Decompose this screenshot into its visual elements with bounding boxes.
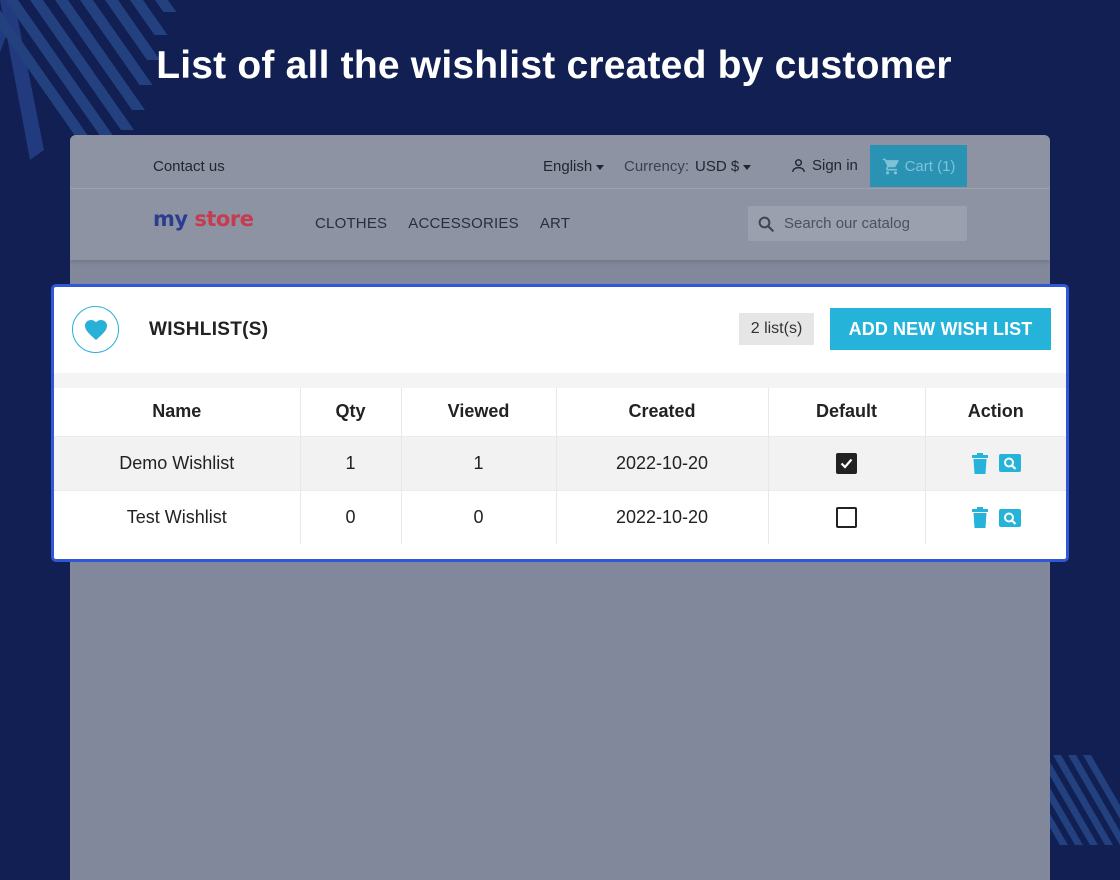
wishlist-card: WISHLIST(S) 2 list(s) ADD NEW WISH LIST … xyxy=(51,284,1069,562)
heart-icon-badge xyxy=(72,306,119,353)
sign-in-label: Sign in xyxy=(812,157,858,174)
cell-created: 2022-10-20 xyxy=(556,489,769,544)
search-input[interactable]: Search our catalog xyxy=(748,206,967,241)
cell-name: Demo Wishlist xyxy=(54,435,301,490)
column-header-qty: Qty xyxy=(300,388,402,436)
heart-icon xyxy=(84,319,107,340)
banner-title: List of all the wishlist created by cust… xyxy=(156,44,952,87)
column-header-name: Name xyxy=(54,388,301,436)
table-row: Demo Wishlist 1 1 2022-10-20 xyxy=(54,435,1066,490)
cell-qty: 0 xyxy=(300,489,402,544)
sign-in-link[interactable]: Sign in xyxy=(790,157,858,174)
cell-default xyxy=(768,489,926,544)
language-selector[interactable]: English xyxy=(543,158,605,175)
checkbox-checked-icon[interactable] xyxy=(836,452,857,474)
cell-viewed: 0 xyxy=(401,489,557,544)
column-header-created: Created xyxy=(556,388,769,436)
nav-item-art[interactable]: ART xyxy=(540,215,570,232)
main-nav: CLOTHES ACCESSORIES ART xyxy=(315,215,570,232)
cell-created: 2022-10-20 xyxy=(556,435,769,490)
store-topbar: Contact us English Currency: USD $ Sign … xyxy=(70,145,1050,189)
search-icon xyxy=(758,216,774,232)
store-logo[interactable]: my store xyxy=(153,207,254,231)
nav-item-clothes[interactable]: CLOTHES xyxy=(315,215,387,232)
currency-label: Currency: xyxy=(624,158,690,175)
cart-icon xyxy=(882,158,899,174)
currency-value: USD $ xyxy=(695,158,740,175)
add-new-wishlist-button[interactable]: ADD NEW WISH LIST xyxy=(830,308,1051,350)
wishlist-title: WISHLIST(S) xyxy=(149,319,269,340)
cell-actions xyxy=(925,489,1066,544)
cart-button[interactable]: Cart (1) xyxy=(870,145,967,187)
checkbox-empty-icon[interactable] xyxy=(836,507,857,529)
table-row: Test Wishlist 0 0 2022-10-20 xyxy=(54,489,1066,544)
column-header-action: Action xyxy=(967,401,1024,422)
table-header-row: Name Qty Viewed Created Default Action xyxy=(54,388,1066,436)
cell-actions xyxy=(925,435,1066,490)
cart-label: Cart (1) xyxy=(904,157,956,175)
trash-icon[interactable] xyxy=(971,507,989,529)
wishlist-card-header: WISHLIST(S) 2 list(s) ADD NEW WISH LIST xyxy=(54,287,1066,373)
column-header-viewed: Viewed xyxy=(401,388,557,436)
chevron-down-icon xyxy=(596,164,605,170)
cell-qty: 1 xyxy=(300,435,402,490)
cell-default xyxy=(768,435,926,490)
chevron-down-icon xyxy=(743,164,752,170)
wishlist-count-badge: 2 list(s) xyxy=(739,313,814,345)
contact-link[interactable]: Contact us xyxy=(153,158,225,175)
header-separator xyxy=(54,373,1066,388)
view-icon[interactable] xyxy=(998,454,1021,473)
decorative-stripes-bottom-right xyxy=(1048,755,1120,845)
column-header-default: Default xyxy=(768,388,926,436)
view-icon[interactable] xyxy=(998,508,1021,527)
search-placeholder: Search our catalog xyxy=(784,215,910,232)
store-header: Contact us English Currency: USD $ Sign … xyxy=(70,135,1050,260)
cell-viewed: 1 xyxy=(401,435,557,490)
wishlist-table: Name Qty Viewed Created Default Action D… xyxy=(54,388,1066,544)
user-icon xyxy=(792,159,805,172)
language-label: English xyxy=(543,158,593,175)
logo-word-my: my xyxy=(153,207,188,231)
trash-icon[interactable] xyxy=(971,452,989,474)
currency-selector[interactable]: USD $ xyxy=(695,158,752,175)
cell-name: Test Wishlist xyxy=(54,489,301,544)
logo-word-store: store xyxy=(194,207,254,231)
nav-item-accessories[interactable]: ACCESSORIES xyxy=(408,215,519,232)
